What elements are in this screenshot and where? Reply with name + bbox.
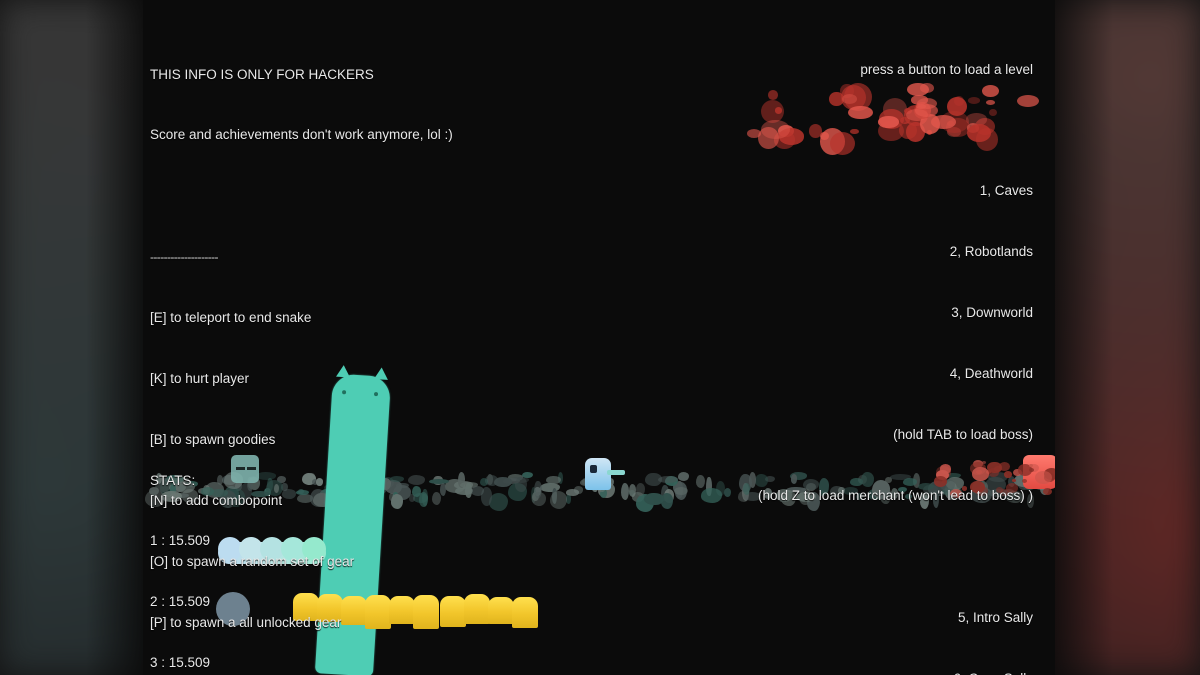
game-viewport[interactable]: THIS INFO IS ONLY FOR HACKERS Score and … — [143, 0, 1055, 675]
ground-blob — [743, 483, 751, 495]
level-option-deathworld[interactable]: 4, Deathworld — [758, 364, 1033, 384]
level-loader-prompt: press a button to load a level — [860, 61, 1033, 77]
spacer-1 — [150, 186, 631, 206]
separator-1: -------------------- — [150, 250, 219, 265]
left-letterbox-edge — [0, 0, 143, 675]
stats-panel: STATS: 1 : 15.509 2 : 15.509 3 : 15.509 … — [150, 430, 265, 675]
level-option-downworld[interactable]: 3, Downworld — [758, 303, 1033, 323]
level-option-intro-sally[interactable]: 5, Intro Sally — [758, 608, 1033, 628]
ground-blob — [673, 486, 688, 495]
hacker-notice-subtitle: Score and achievements don't work anymor… — [150, 127, 453, 143]
level-loader-panel: press a button to load a level 1, Caves … — [758, 19, 1033, 675]
level-option-cave-sally[interactable]: 6, Cave Sally — [758, 669, 1033, 675]
right-letterbox-edge — [1055, 0, 1200, 675]
level-option-robotlands[interactable]: 2, Robotlands — [758, 242, 1033, 262]
keybind-line: [E] to teleport to end snake — [150, 310, 312, 326]
stat-timing-row: 1 : 15.509 — [150, 533, 211, 549]
merchant-load-hint: (hold Z to load merchant (won't lead to … — [758, 487, 1033, 503]
keybind-line: [K] to hurt player — [150, 371, 250, 387]
ground-blob — [701, 488, 722, 503]
spacer-r1 — [758, 120, 1033, 140]
gore-blob — [1043, 488, 1052, 495]
ground-blob — [695, 474, 705, 488]
stats-header: STATS: — [150, 472, 196, 488]
level-option-caves[interactable]: 1, Caves — [758, 181, 1033, 201]
ground-blob — [723, 487, 732, 497]
ground-blob — [643, 492, 664, 506]
ground-blob — [677, 472, 690, 481]
screenshot-root: THIS INFO IS ONLY FOR HACKERS Score and … — [0, 0, 1200, 675]
stat-timing-row: 2 : 15.509 — [150, 594, 211, 610]
spacer-r2 — [758, 547, 1033, 567]
stat-timing-row: 3 : 15.509 — [150, 655, 211, 671]
boss-load-hint: (hold TAB to load boss) — [893, 426, 1033, 442]
hacker-notice-title: THIS INFO IS ONLY FOR HACKERS — [150, 66, 374, 82]
